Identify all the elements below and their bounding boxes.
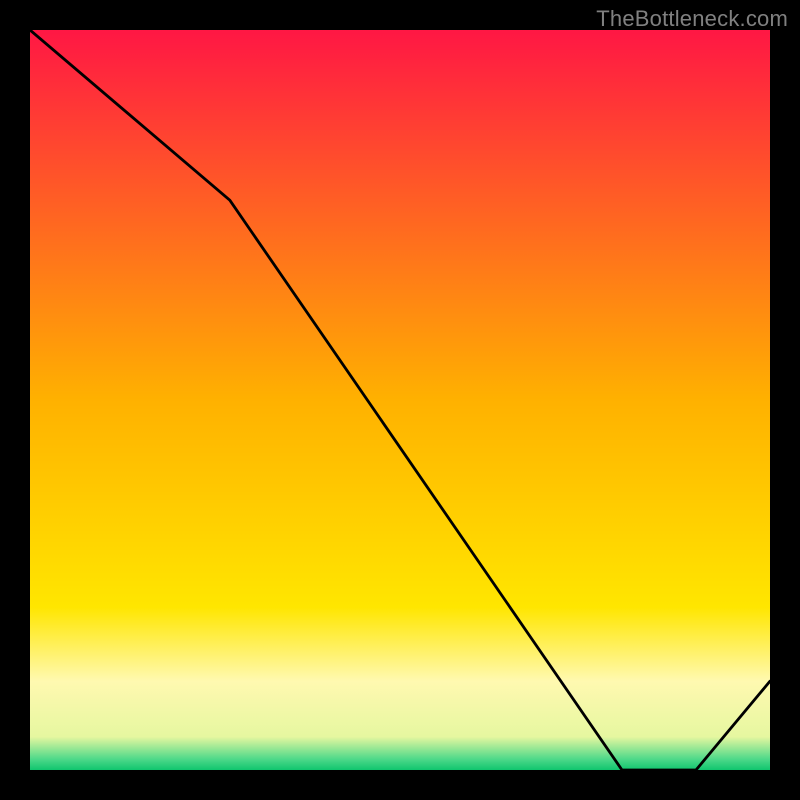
watermark-label: TheBottleneck.com [596, 6, 788, 32]
chart-frame: TheBottleneck.com [0, 0, 800, 800]
gradient-background [30, 30, 770, 770]
plot-area [30, 30, 770, 770]
chart-svg [30, 30, 770, 770]
